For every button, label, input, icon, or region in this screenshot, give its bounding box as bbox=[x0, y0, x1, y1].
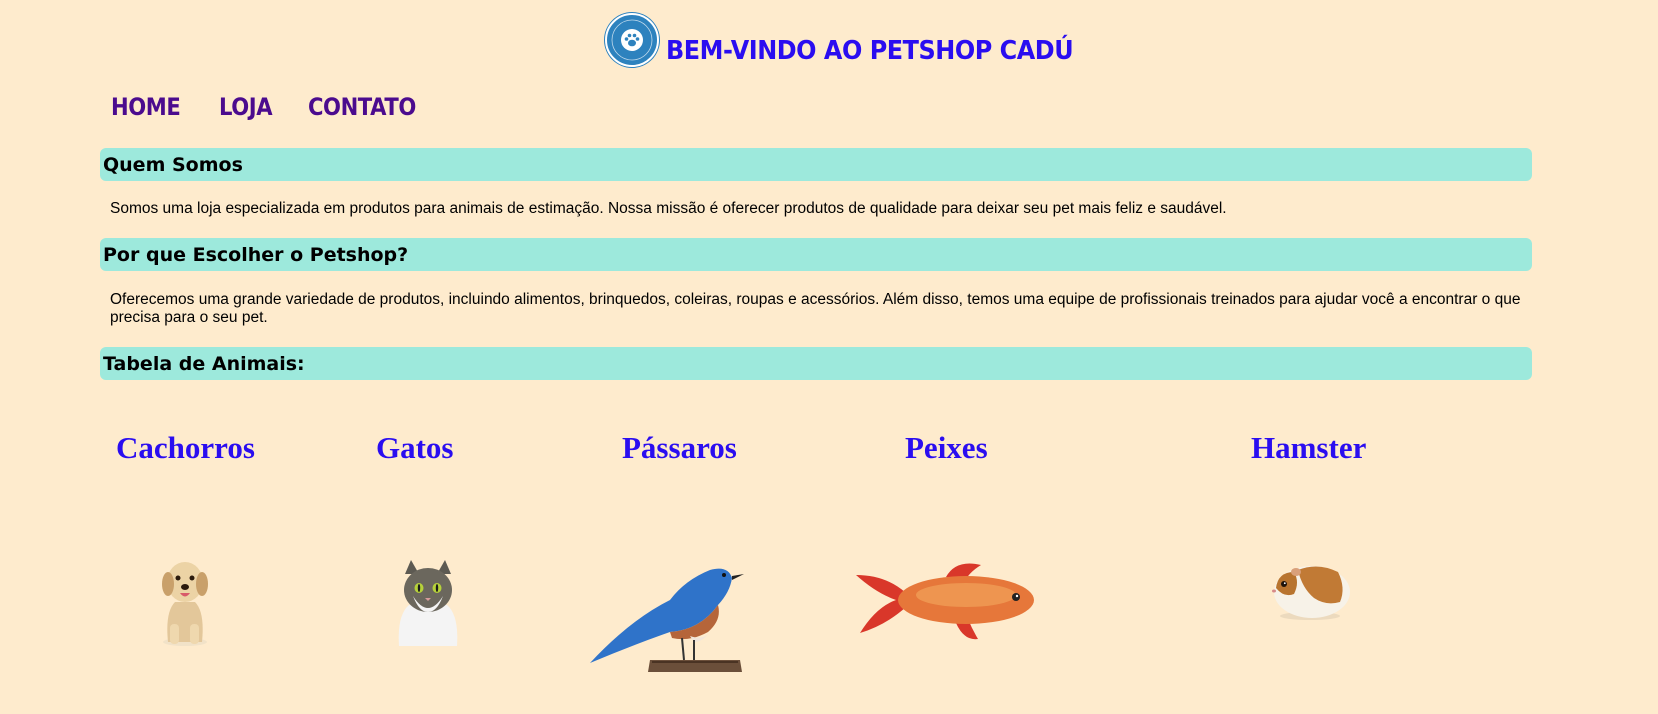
fish-icon bbox=[856, 563, 1034, 640]
section-title: Tabela de Animais: bbox=[103, 352, 305, 375]
nav-link-loja[interactable]: Loja bbox=[219, 93, 273, 121]
nav-link-contato[interactable]: Contato bbox=[308, 93, 416, 121]
hamster-icon bbox=[1272, 566, 1350, 620]
site-header: Bem-vindo ao Petshop Cadú bbox=[605, 13, 1109, 67]
nav-link-home[interactable]: Home bbox=[111, 93, 181, 121]
animal-label-gatos: Gatos bbox=[376, 430, 454, 465]
main-nav: Home Loja Contato bbox=[111, 93, 431, 121]
animal-label-peixes: Peixes bbox=[905, 430, 988, 465]
section-text-quem-somos: Somos uma loja especializada em produtos… bbox=[110, 200, 1227, 217]
dog-icon bbox=[162, 562, 208, 646]
section-header-quem-somos: Quem Somos bbox=[100, 148, 1532, 181]
section-header-por-que-escolher: Por que Escolher o Petshop? bbox=[100, 238, 1532, 271]
section-title: Por que Escolher o Petshop? bbox=[103, 243, 409, 266]
paw-logo-icon bbox=[605, 13, 659, 67]
bird-icon bbox=[590, 568, 744, 672]
page-title: Bem-vindo ao Petshop Cadú bbox=[666, 36, 1074, 66]
section-title: Quem Somos bbox=[103, 153, 243, 176]
section-text-por-que-escolher: Oferecemos uma grande variedade de produ… bbox=[110, 291, 1521, 326]
cat-icon bbox=[398, 560, 458, 646]
animal-label-passaros: Pássaros bbox=[622, 430, 737, 465]
animal-label-hamster: Hamster bbox=[1251, 430, 1367, 465]
animal-label-cachorros: Cachorros bbox=[116, 430, 255, 465]
section-header-tabela-animais: Tabela de Animais: bbox=[100, 347, 1532, 380]
